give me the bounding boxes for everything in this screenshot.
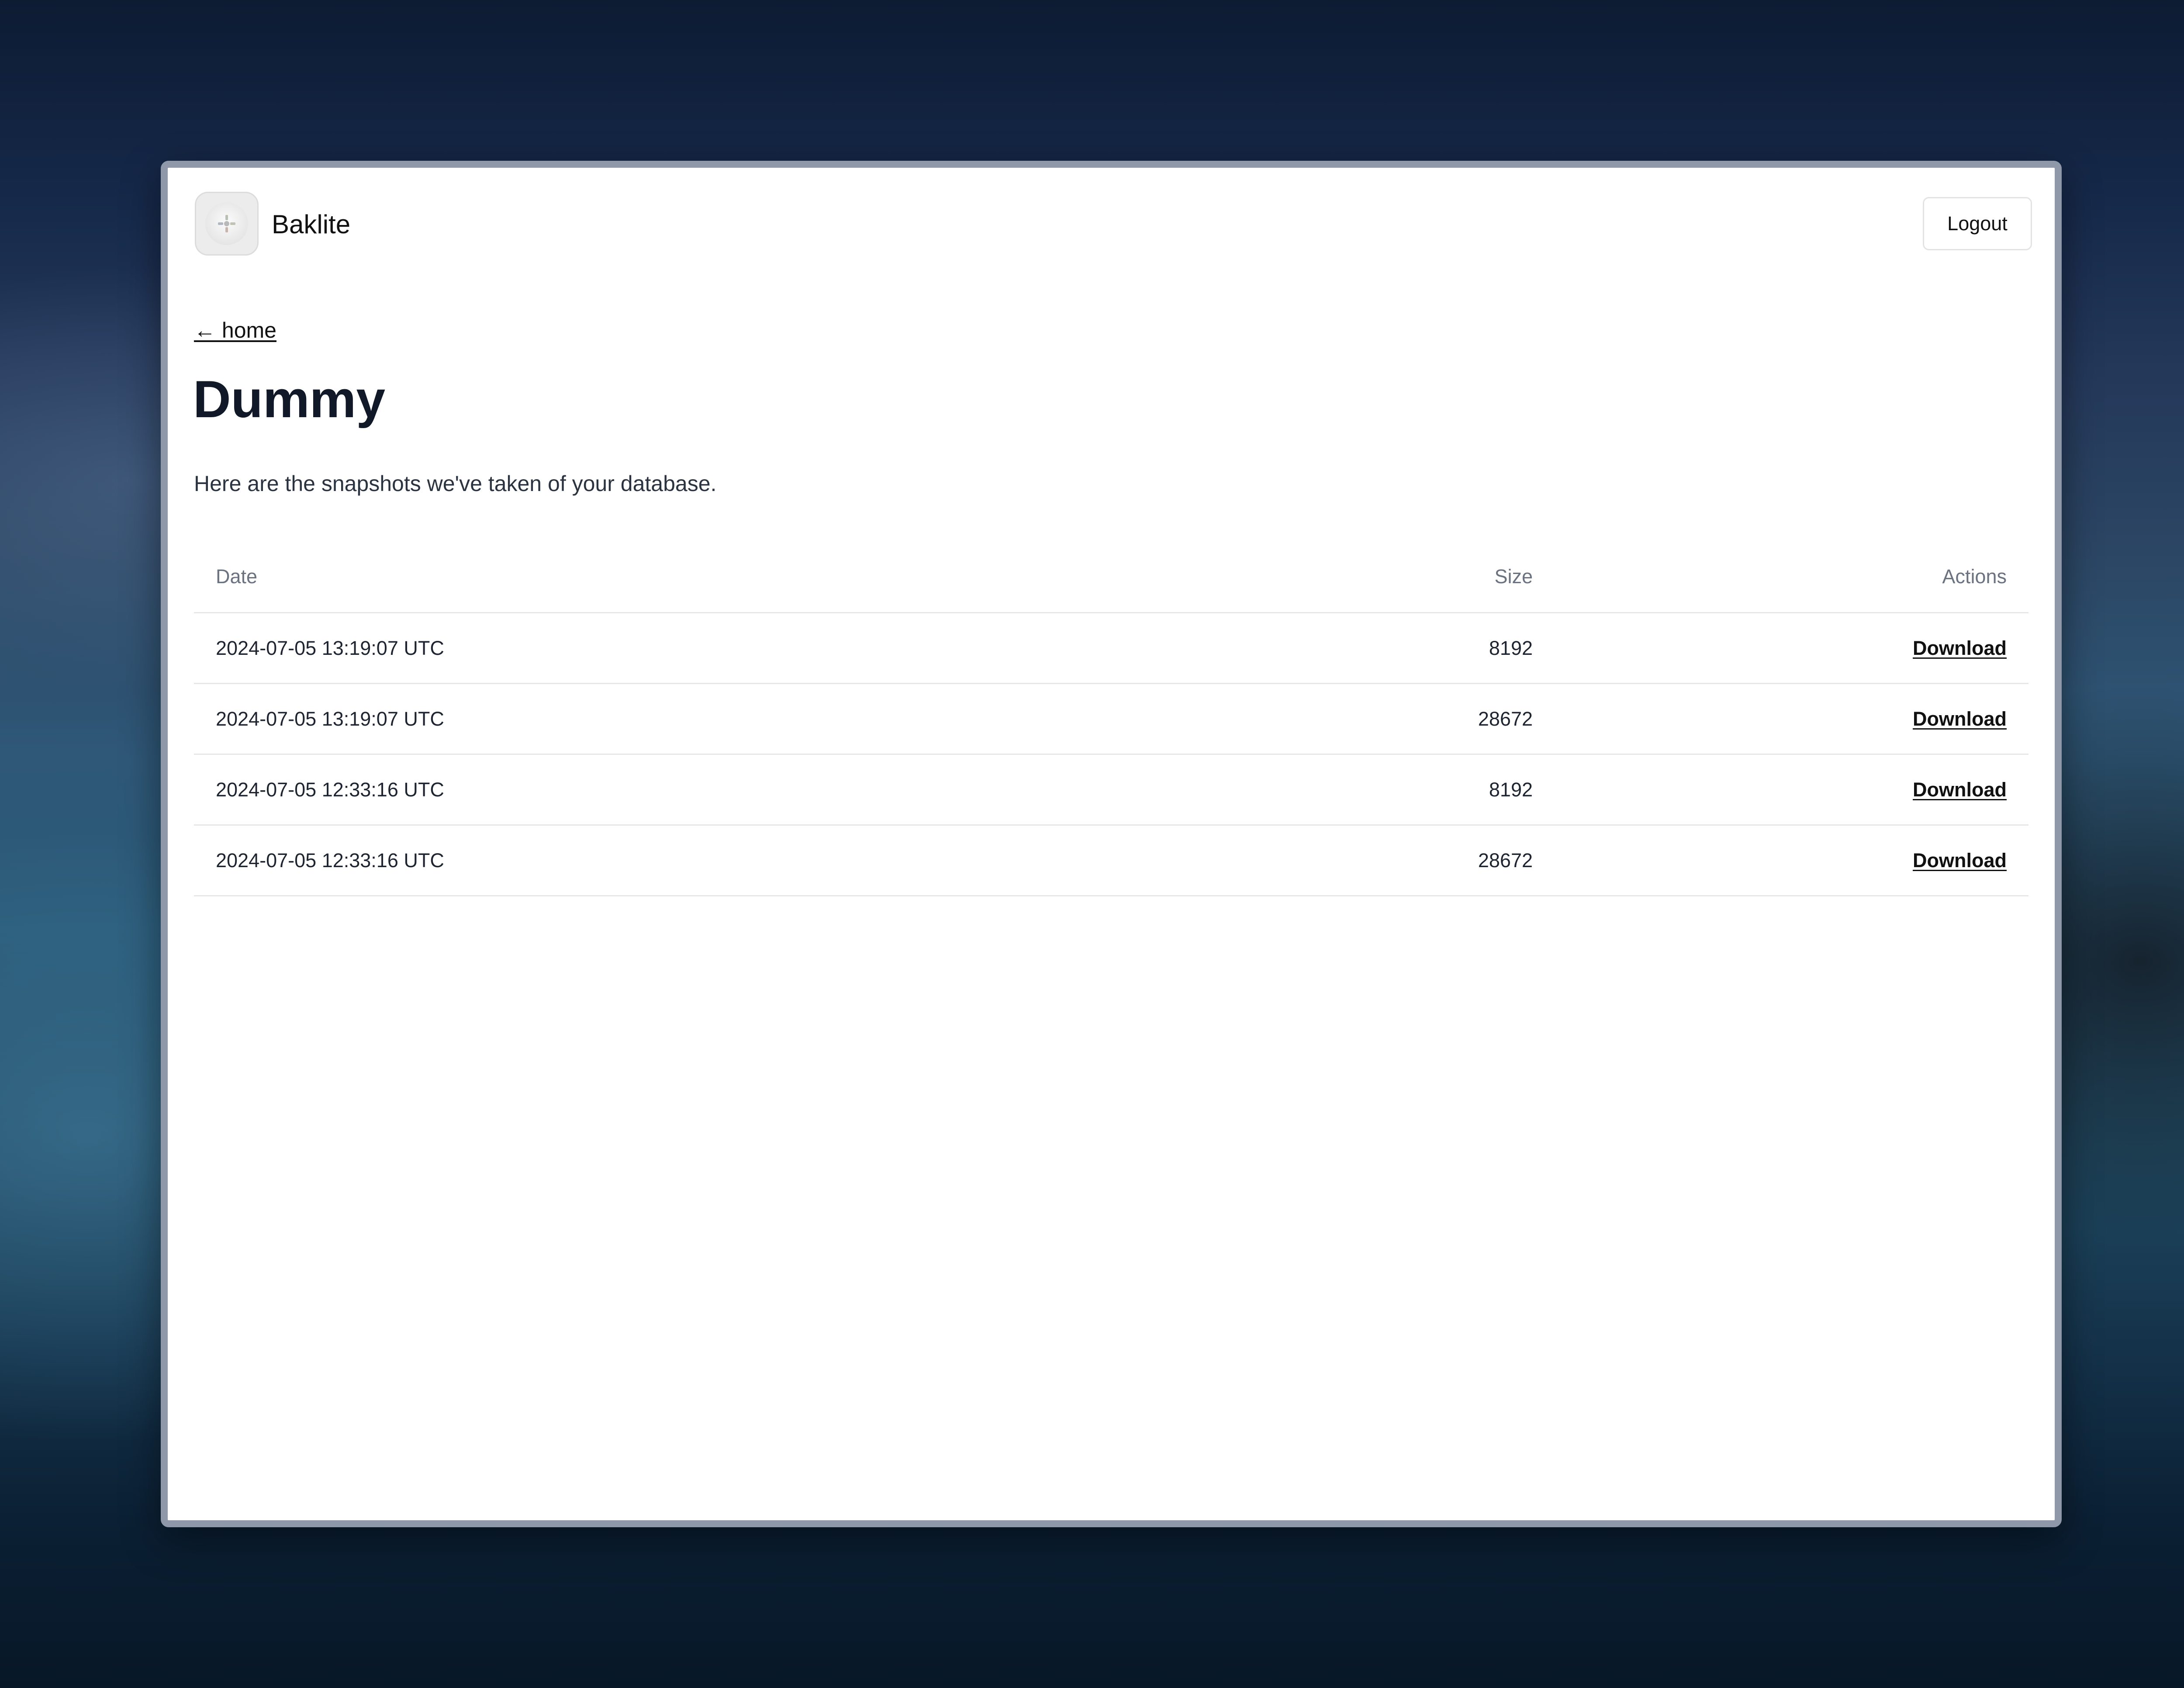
app-name: Baklite	[272, 210, 351, 239]
snapshot-actions: Download	[1913, 684, 2007, 754]
table-row: 2024-07-05 12:33:16 UTC 8192 Download	[194, 755, 2028, 826]
snapshot-date: 2024-07-05 13:19:07 UTC	[216, 636, 444, 659]
table-row: 2024-07-05 12:33:16 UTC 28672 Download	[194, 826, 2028, 896]
snapshot-actions: Download	[1913, 755, 2007, 824]
snapshot-date: 2024-07-05 12:33:16 UTC	[216, 778, 444, 801]
snapshot-size: 28672	[1478, 849, 1533, 872]
back-home-link[interactable]: ← home	[194, 317, 276, 343]
snapshot-size: 8192	[1489, 636, 1533, 659]
app-logo-icon	[205, 202, 248, 245]
download-link[interactable]: Download	[1913, 849, 2007, 872]
table-row: 2024-07-05 13:19:07 UTC 8192 Download	[194, 613, 2028, 684]
column-header-size: Size	[1494, 565, 1533, 588]
page-title: Dummy	[193, 370, 386, 429]
download-link[interactable]: Download	[1913, 637, 2007, 660]
table-row: 2024-07-05 13:19:07 UTC 28672 Download	[194, 684, 2028, 755]
snapshot-size: 28672	[1478, 707, 1533, 730]
app-logo[interactable]	[195, 192, 259, 256]
snapshot-actions: Download	[1913, 613, 2007, 683]
page-content: Baklite Logout ← home Dummy Here are the…	[168, 168, 2055, 1520]
snapshot-actions: Download	[1913, 826, 2007, 895]
download-link[interactable]: Download	[1913, 708, 2007, 730]
snapshot-size: 8192	[1489, 778, 1533, 801]
download-link[interactable]: Download	[1913, 778, 2007, 801]
snapshots-table: Date Size Actions 2024-07-05 13:19:07 UT…	[194, 541, 2028, 896]
column-header-date: Date	[216, 565, 258, 588]
table-header-row: Date Size Actions	[194, 541, 2028, 613]
logo-glyph-icon	[218, 215, 235, 232]
app-window: Baklite Logout ← home Dummy Here are the…	[161, 161, 2062, 1527]
snapshot-date: 2024-07-05 13:19:07 UTC	[216, 707, 444, 730]
snapshot-date: 2024-07-05 12:33:16 UTC	[216, 849, 444, 872]
page-description: Here are the snapshots we've taken of yo…	[194, 471, 717, 496]
column-header-actions: Actions	[1942, 565, 2007, 588]
logout-button[interactable]: Logout	[1923, 197, 2032, 250]
